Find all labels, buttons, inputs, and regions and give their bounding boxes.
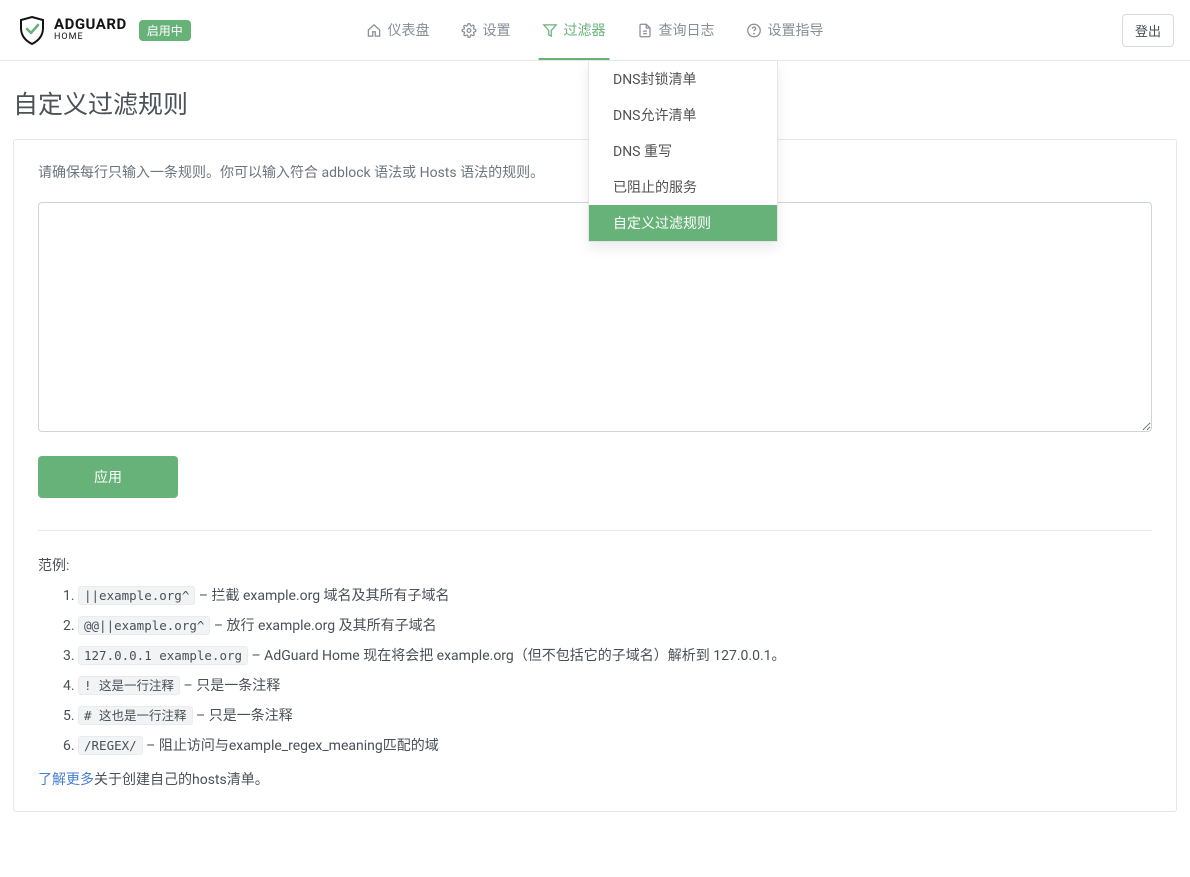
logo[interactable]: ADGUARD HOME — [16, 14, 127, 46]
filters-dropdown: DNS封锁清单 DNS允许清单 DNS 重写 已阻止的服务 自定义过滤规则 — [588, 61, 778, 242]
nav-dashboard-label: 仪表盘 — [388, 20, 430, 40]
file-icon — [638, 23, 653, 38]
filter-icon — [543, 23, 558, 38]
gear-icon — [462, 23, 477, 38]
nav-query-log[interactable]: 查询日志 — [622, 0, 731, 60]
example-code: @@||example.org^ — [78, 616, 210, 635]
nav-filters-label: 过滤器 — [564, 20, 606, 40]
example-item: # 这也是一行注释 – 只是一条注释 — [78, 705, 1152, 725]
logout-button[interactable]: 登出 — [1122, 14, 1174, 47]
dropdown-item-custom-rules[interactable]: 自定义过滤规则 — [589, 205, 777, 241]
navbar-center: 仪表盘 设置 过滤器 查询日志 设置指导 — [351, 0, 840, 60]
nav-setup-guide-label: 设置指导 — [768, 20, 824, 40]
example-item: ||example.org^ – 拦截 example.org 域名及其所有子域… — [78, 585, 1152, 605]
example-code: ||example.org^ — [78, 586, 195, 605]
brand-name: ADGUARD — [54, 17, 127, 32]
nav-setup-guide[interactable]: 设置指导 — [731, 0, 840, 60]
nav-filters[interactable]: 过滤器 — [527, 0, 622, 60]
example-code: ! 这是一行注释 — [78, 676, 180, 695]
status-badge: 启用中 — [139, 20, 191, 41]
divider — [38, 530, 1152, 531]
dropdown-item-dns-blocklists[interactable]: DNS封锁清单 — [589, 61, 777, 97]
example-desc: – 只是一条注释 — [193, 708, 293, 724]
example-code: /REGEX/ — [78, 736, 143, 755]
shield-icon — [16, 14, 48, 46]
example-item: /REGEX/ – 阻止访问与example_regex_meaning匹配的域 — [78, 735, 1152, 755]
examples-title: 范例: — [38, 555, 1152, 575]
navbar: ADGUARD HOME 启用中 仪表盘 设置 过滤器 — [0, 0, 1190, 61]
apply-button[interactable]: 应用 — [38, 456, 178, 498]
nav-settings[interactable]: 设置 — [446, 0, 527, 60]
nav-settings-label: 设置 — [483, 20, 511, 40]
examples-list: ||example.org^ – 拦截 example.org 域名及其所有子域… — [38, 585, 1152, 755]
example-desc: – 放行 example.org 及其所有子域名 — [210, 618, 436, 634]
example-item: ! 这是一行注释 – 只是一条注释 — [78, 675, 1152, 695]
example-desc: – AdGuard Home 现在将会把 example.org（但不包括它的子… — [248, 648, 786, 664]
example-code: 127.0.0.1 example.org — [78, 646, 248, 665]
learn-more-text: 关于创建自己的hosts清单。 — [94, 772, 269, 788]
learn-more: 了解更多关于创建自己的hosts清单。 — [38, 769, 1152, 789]
help-icon — [747, 23, 762, 38]
example-desc: – 阻止访问与example_regex_meaning匹配的域 — [143, 738, 439, 754]
home-icon — [367, 23, 382, 38]
example-desc: – 拦截 example.org 域名及其所有子域名 — [195, 588, 449, 604]
dropdown-item-dns-allowlists[interactable]: DNS允许清单 — [589, 97, 777, 133]
nav-query-log-label: 查询日志 — [659, 20, 715, 40]
example-code: # 这也是一行注释 — [78, 706, 193, 725]
example-item: @@||example.org^ – 放行 example.org 及其所有子域… — [78, 615, 1152, 635]
example-desc: – 只是一条注释 — [180, 678, 280, 694]
brand-sub: HOME — [54, 32, 127, 44]
dropdown-item-blocked-services[interactable]: 已阻止的服务 — [589, 169, 777, 205]
navbar-right: 登出 — [1122, 14, 1182, 47]
learn-more-link[interactable]: 了解更多 — [38, 772, 94, 788]
navbar-left: ADGUARD HOME 启用中 — [8, 14, 191, 46]
nav-dashboard[interactable]: 仪表盘 — [351, 0, 446, 60]
dropdown-item-dns-rewrites[interactable]: DNS 重写 — [589, 133, 777, 169]
example-item: 127.0.0.1 example.org – AdGuard Home 现在将… — [78, 645, 1152, 665]
